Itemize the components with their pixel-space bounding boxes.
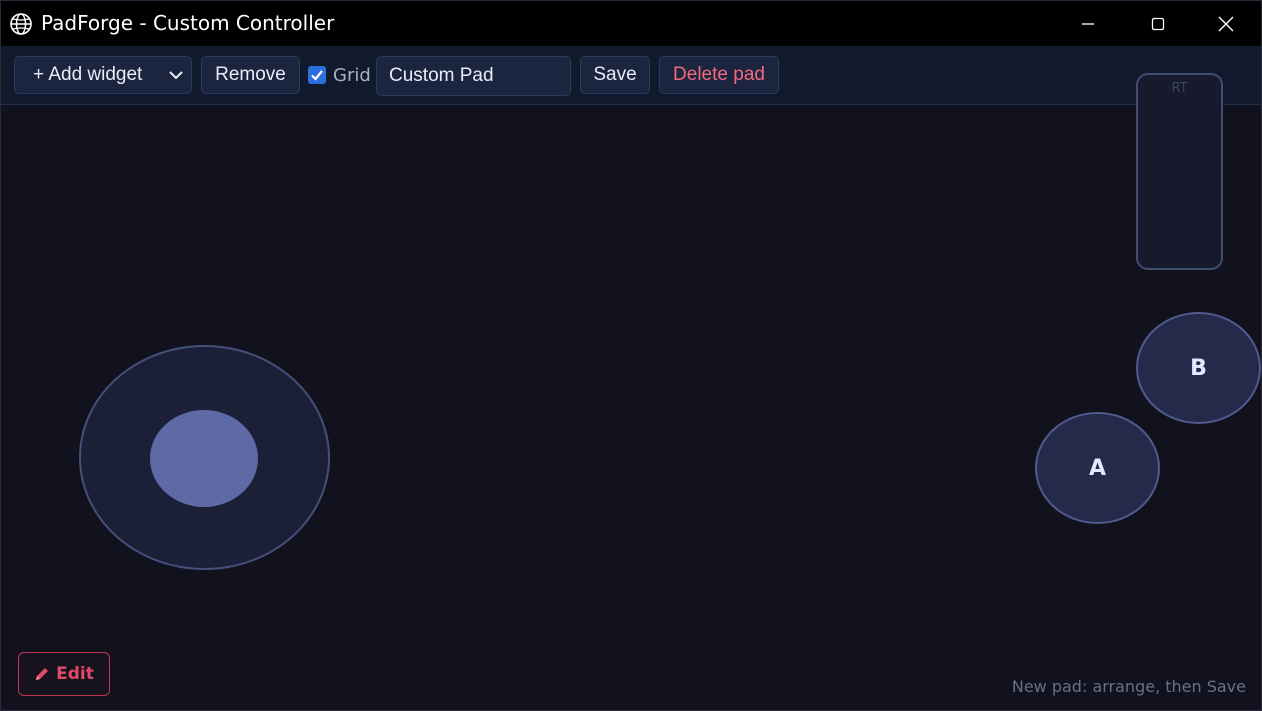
button-b[interactable]: B: [1136, 312, 1261, 424]
grid-checkbox[interactable]: [308, 66, 326, 84]
button-a[interactable]: A: [1035, 412, 1160, 524]
remove-button[interactable]: Remove: [201, 56, 300, 94]
window-title: PadForge - Custom Controller: [41, 11, 335, 35]
pad-name-input[interactable]: [376, 56, 571, 96]
app-window: PadForge - Custom Controller + Add widge…: [0, 0, 1262, 711]
maximize-button[interactable]: [1125, 1, 1191, 46]
maximize-icon: [1151, 17, 1165, 30]
button-b-label: B: [1190, 355, 1207, 381]
remove-label: Remove: [215, 64, 286, 85]
add-widget-label: + Add widget: [33, 64, 143, 85]
chevron-down-icon: [169, 71, 183, 80]
slider-label: RT: [1171, 81, 1188, 96]
save-button[interactable]: Save: [580, 56, 650, 94]
status-text: New pad: arrange, then Save: [1011, 677, 1246, 696]
trigger-slider-widget[interactable]: RT: [1136, 73, 1223, 270]
toolbar: + Add widget Remove Grid Save Delete pad: [1, 46, 1261, 105]
title-bar[interactable]: PadForge - Custom Controller: [1, 1, 1261, 46]
close-button[interactable]: [1193, 1, 1259, 46]
checkmark-icon: [311, 70, 323, 81]
add-widget-dropdown[interactable]: + Add widget: [14, 56, 192, 94]
close-icon: [1218, 16, 1234, 31]
edit-button[interactable]: Edit: [18, 652, 110, 696]
grid-label: Grid: [333, 64, 371, 86]
minimize-button[interactable]: [1055, 1, 1121, 46]
globe-icon: [10, 13, 32, 35]
minimize-icon: [1082, 22, 1094, 25]
delete-pad-button[interactable]: Delete pad: [659, 56, 779, 94]
joystick-knob[interactable]: [150, 410, 258, 507]
button-a-label: A: [1088, 455, 1107, 481]
pencil-icon: [36, 668, 49, 680]
save-label: Save: [593, 64, 637, 85]
edit-label: Edit: [56, 664, 94, 684]
grid-toggle[interactable]: Grid: [308, 64, 371, 86]
delete-label: Delete pad: [673, 64, 765, 85]
